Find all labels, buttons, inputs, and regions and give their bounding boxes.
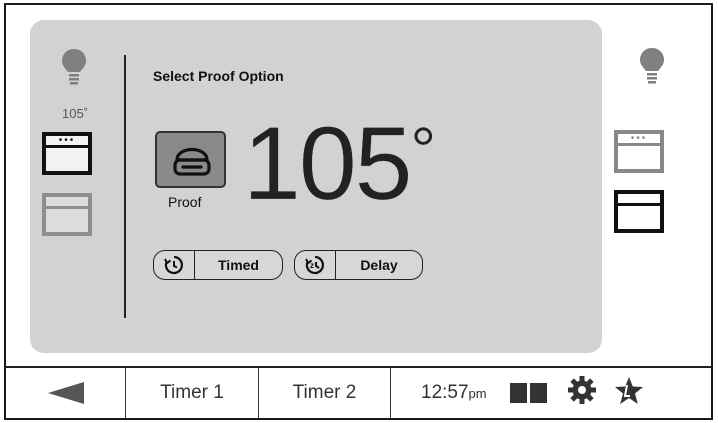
gear-icon [567,376,596,404]
star-icon [614,376,643,404]
clock-suffix: pm [468,386,487,401]
favorites-button[interactable] [614,376,644,411]
upper-oven-temp: 105˚ [62,106,89,121]
temperature-value: 105 [243,106,413,222]
dual-oven-icon[interactable] [509,383,547,403]
settings-button[interactable] [567,376,596,410]
bottom-bar: Timer 1 Timer 2 12:57pm [6,366,711,418]
lower-oven-icon[interactable] [42,193,92,236]
oven-dots: ••• [58,135,76,146]
oven-door-line [46,206,88,209]
status-area: 12:57pm [391,368,711,418]
set-temperature: 105° [243,112,436,216]
timer2-button[interactable]: Timer 2 [259,368,391,418]
panel-title: Select Proof Option [153,68,284,84]
vertical-divider [124,55,126,318]
oven-door-line [618,203,660,206]
timer-icon [154,251,195,279]
timer1-button[interactable]: Timer 1 [126,368,259,418]
light-bulb-icon[interactable] [639,47,665,85]
timed-label: Timed [218,257,259,273]
back-button[interactable] [6,368,126,418]
lower-oven-icon[interactable] [614,190,664,233]
proof-bread-icon [173,147,211,176]
proof-mode-button[interactable] [155,131,226,188]
delay-button[interactable]: z Delay [294,250,423,280]
clock[interactable]: 12:57pm [421,382,487,404]
proof-mode-label: Proof [168,194,202,210]
oven-dots: ••• [630,133,648,144]
svg-text:z: z [310,261,314,270]
clock-time: 12:57 [421,382,469,403]
delay-label: Delay [360,257,398,273]
timed-button[interactable]: Timed [153,250,283,280]
delay-icon: z [295,251,336,279]
light-bulb-icon[interactable] [61,48,87,86]
back-arrow-icon [47,382,84,404]
degree-symbol: ° [410,114,436,186]
upper-oven-icon[interactable]: ••• [614,130,664,173]
upper-oven-icon[interactable]: ••• [42,132,92,175]
